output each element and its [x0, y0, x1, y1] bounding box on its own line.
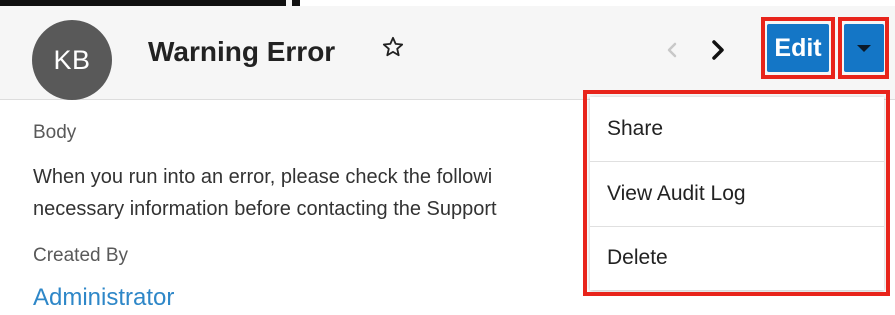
created-by-link[interactable]: Administrator [33, 284, 174, 312]
edit-button[interactable]: Edit [767, 24, 829, 72]
avatar-initials: KB [53, 44, 91, 75]
body-field-label: Body [33, 122, 77, 143]
star-outline-icon[interactable] [382, 36, 404, 58]
avatar: KB [32, 20, 112, 100]
body-field-value-line-2: necessary information before contacting … [33, 198, 497, 220]
page-title: Warning Error [148, 36, 336, 67]
chevron-left-icon[interactable] [665, 41, 679, 59]
created-by-label: Created By [33, 245, 129, 266]
actions-dropdown-button[interactable] [844, 24, 884, 72]
menu-highlight [583, 90, 890, 296]
caret-down-icon [857, 44, 871, 52]
body-field-value-line-1: When you run into an error, please check… [33, 166, 493, 188]
chevron-right-icon[interactable] [710, 39, 726, 61]
